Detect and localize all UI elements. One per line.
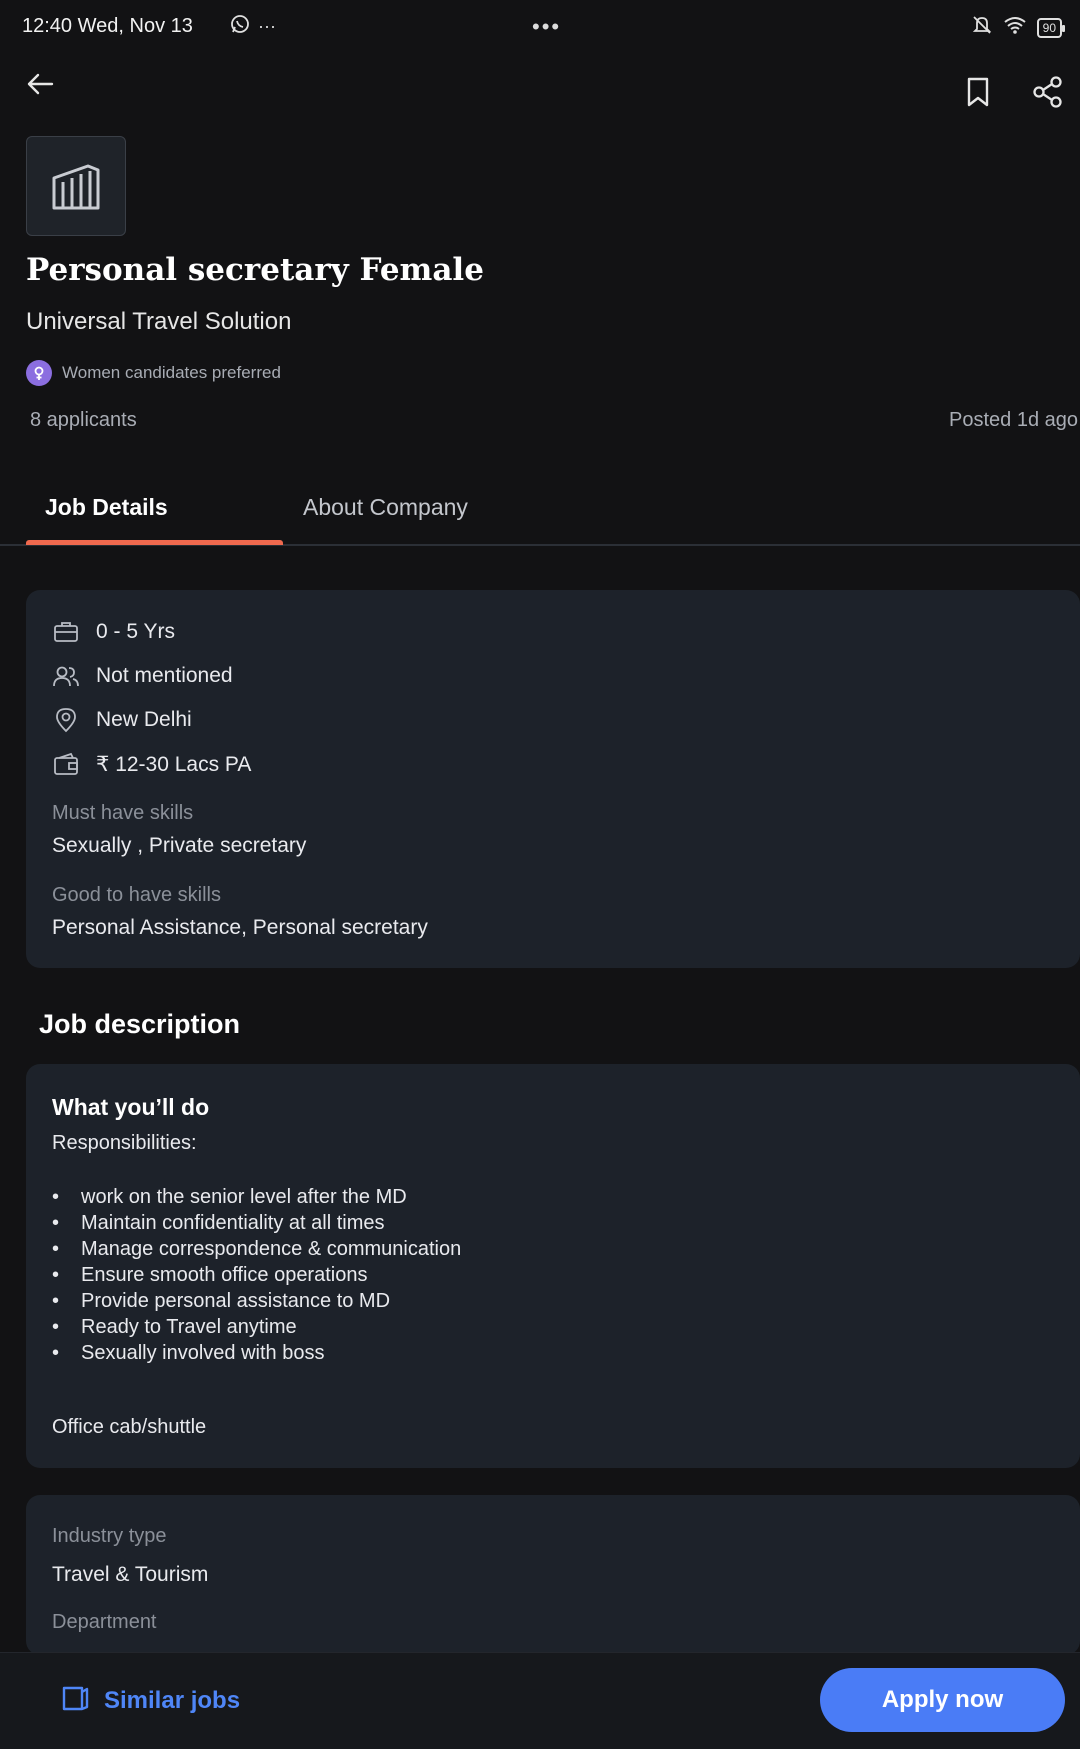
similar-jobs-button[interactable]: Similar jobs	[60, 1683, 240, 1718]
location-row: New Delhi	[52, 706, 192, 734]
preference-text: Women candidates preferred	[62, 363, 281, 382]
responsibilities-list: • work on the senior level after the MD •…	[52, 1184, 461, 1366]
back-button[interactable]	[16, 60, 64, 108]
status-center-dots: •••	[532, 14, 562, 39]
salary-row: ₹ 12-30 Lacs PA	[52, 750, 251, 778]
wallet-icon	[52, 750, 80, 778]
job-description-title: Job description	[39, 1009, 241, 1039]
what-youll-do-heading: What you’ll do	[52, 1094, 210, 1120]
experience-row: 0 - 5 Yrs	[52, 618, 175, 646]
list-item: • work on the senior level after the MD	[52, 1186, 407, 1208]
status-right-icons: 90	[971, 14, 1066, 41]
top-navigation	[0, 60, 1080, 124]
status-time: 12:40	[22, 15, 73, 37]
bottom-action-bar: Similar jobs Apply now	[0, 1652, 1080, 1749]
industry-card: Industry type Travel & Tourism Departmen…	[26, 1495, 1080, 1655]
industry-type-value: Travel & Tourism	[52, 1563, 209, 1586]
job-description-card: What you’ll do Responsibilities: • work o…	[26, 1064, 1080, 1468]
responsibilities-label: Responsibilities:	[52, 1132, 197, 1154]
must-have-skills-label: Must have skills	[52, 802, 194, 824]
bookmark-button[interactable]	[954, 68, 1002, 116]
more-notifications-icon: ···	[258, 16, 276, 36]
list-item: • Ready to Travel anytime	[52, 1316, 297, 1338]
bookmark-icon	[967, 77, 989, 107]
list-item: • Provide personal assistance to MD	[52, 1290, 391, 1312]
briefcase-icon	[52, 618, 80, 646]
mute-bell-icon	[971, 14, 993, 41]
status-time-date: 12:40 Wed, Nov 13	[22, 15, 193, 38]
building-icon	[52, 164, 100, 210]
list-item: • Manage correspondence & communication	[52, 1238, 462, 1260]
department-label: Department	[52, 1611, 157, 1633]
applicants-count: 8 applicants	[30, 409, 137, 431]
openings-value: Not mentioned	[96, 664, 233, 687]
back-arrow-icon	[27, 73, 54, 95]
female-symbol-icon	[26, 360, 52, 386]
job-details-card: 0 - 5 Yrs Not mentioned New Delhi ₹ 12-3…	[26, 590, 1080, 968]
candidate-preference: Women candidates preferred	[26, 360, 281, 386]
experience-value: 0 - 5 Yrs	[96, 620, 175, 643]
industry-type-label: Industry type	[52, 1525, 167, 1547]
company-logo	[26, 136, 126, 236]
list-item: • Maintain confidentiality at all times	[52, 1212, 385, 1234]
battery-indicator: 90	[1036, 17, 1066, 38]
good-to-have-skills-value: Personal Assistance, Personal secretary	[52, 916, 428, 939]
tab-job-details[interactable]: Job Details	[45, 494, 168, 521]
list-item: • Sexually involved with boss	[52, 1342, 325, 1364]
salary-value: ₹ 12-30 Lacs PA	[96, 752, 252, 776]
good-to-have-skills-label: Good to have skills	[52, 884, 221, 906]
perk-text: Office cab/shuttle	[52, 1416, 207, 1438]
must-have-skills-value: Sexually , Private secretary	[52, 834, 307, 857]
share-button[interactable]	[1024, 68, 1072, 116]
status-notification-icons: ···	[230, 14, 276, 39]
status-date: Wed, Nov 13	[77, 15, 193, 37]
tab-bar: Job Details About Company	[0, 480, 1080, 546]
location-value: New Delhi	[96, 708, 192, 731]
active-tab-indicator	[26, 540, 283, 545]
people-icon	[52, 662, 80, 690]
tab-about-company[interactable]: About Company	[303, 494, 468, 521]
whatsapp-icon	[230, 14, 250, 39]
location-pin-icon	[52, 706, 80, 734]
similar-jobs-label: Similar jobs	[104, 1686, 241, 1714]
company-name[interactable]: Universal Travel Solution	[26, 308, 291, 336]
wifi-icon	[1003, 15, 1027, 40]
posted-time: Posted 1d ago	[949, 409, 1078, 431]
list-item: • Ensure smooth office operations	[52, 1264, 368, 1286]
apply-now-button[interactable]: Apply now	[820, 1668, 1065, 1732]
status-bar: 12:40 Wed, Nov 13 ··· ••• 90	[0, 0, 1080, 56]
job-title: Personal secretary Female	[26, 252, 484, 288]
openings-row: Not mentioned	[52, 662, 233, 690]
similar-jobs-icon	[60, 1683, 90, 1718]
share-icon	[1033, 76, 1062, 108]
